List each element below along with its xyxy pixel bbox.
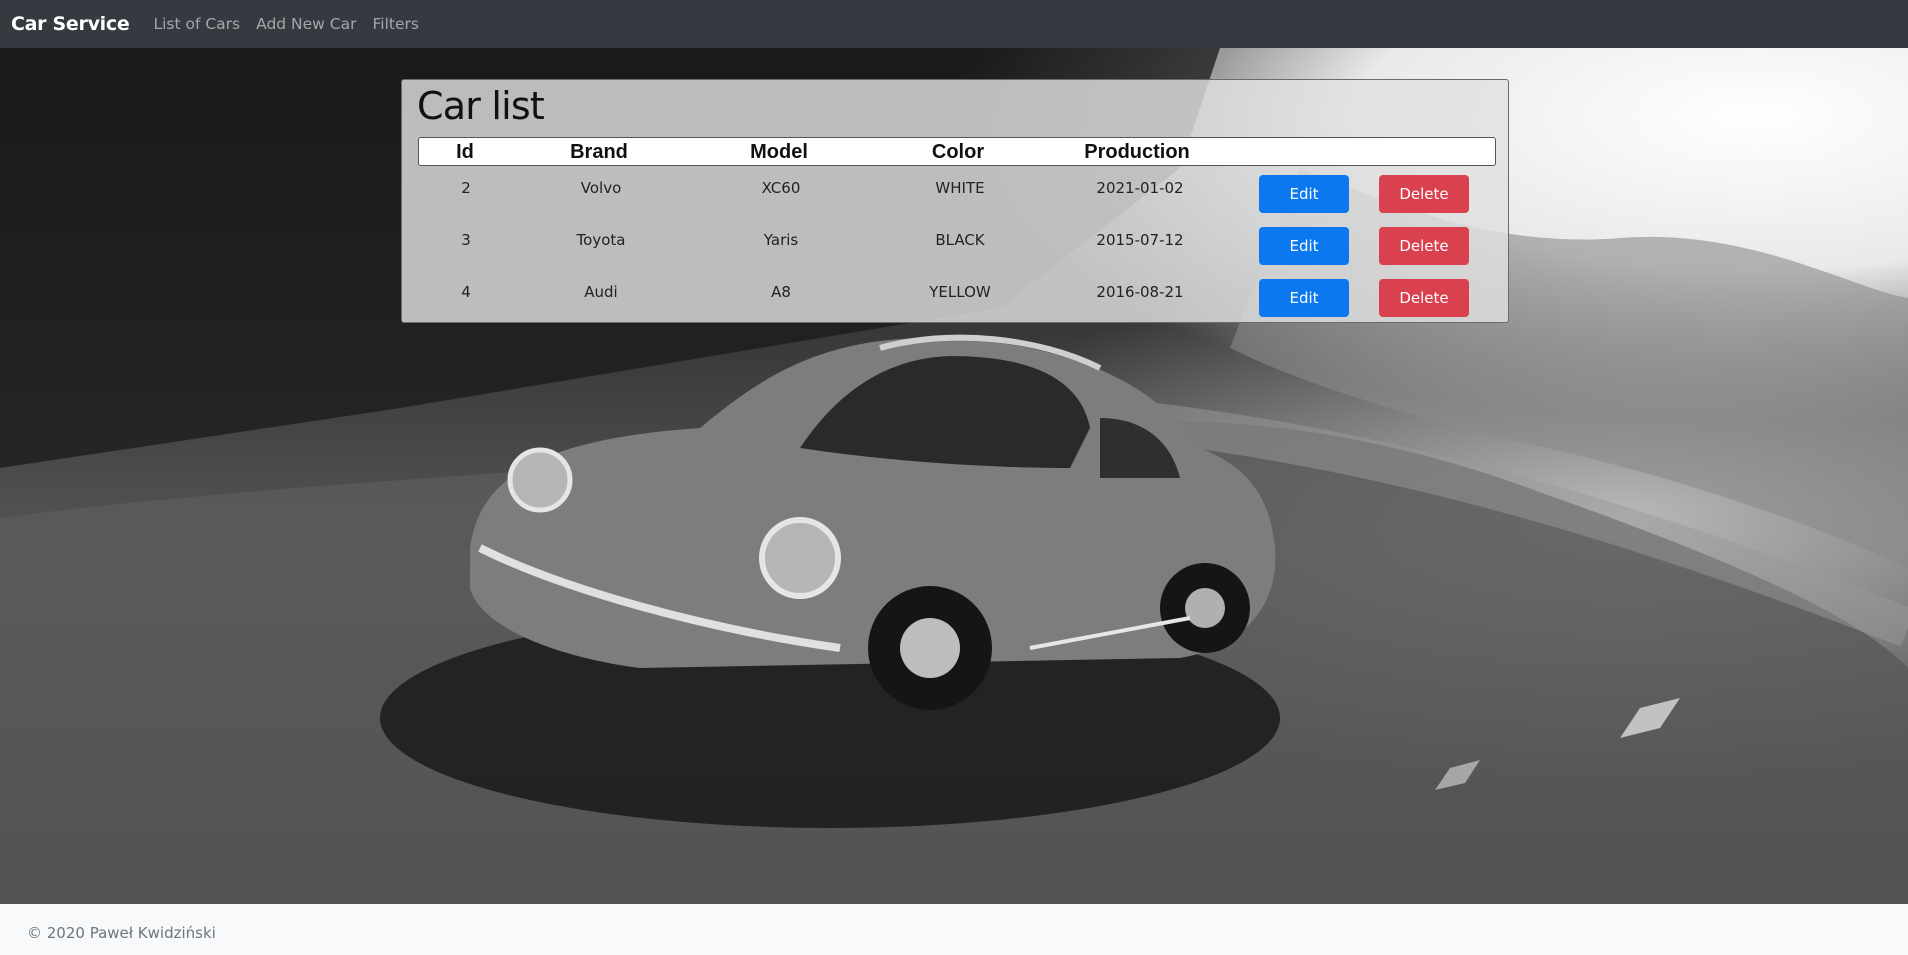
table-row: 4 Audi A8 YELLOW 2016-08-21 Edit Delete: [402, 274, 1510, 317]
cell-color: YELLOW: [929, 283, 991, 301]
nav-link-add-new-car[interactable]: Add New Car: [256, 15, 356, 33]
nav-link-list-of-cars[interactable]: List of Cars: [153, 15, 240, 33]
cell-model: A8: [771, 283, 791, 301]
column-header-id: Id: [456, 141, 474, 163]
table-row: 3 Toyota Yaris BLACK 2015-07-12 Edit Del…: [402, 222, 1510, 265]
page-title: Car list: [417, 84, 545, 128]
cell-production: 2015-07-12: [1096, 231, 1184, 249]
edit-button[interactable]: Edit: [1259, 227, 1349, 265]
cell-production: 2016-08-21: [1096, 283, 1184, 301]
column-header-model: Model: [750, 141, 808, 163]
car-list-card: Car list Id Brand Model Color Production…: [401, 79, 1509, 323]
delete-button[interactable]: Delete: [1379, 279, 1469, 317]
cell-brand: Toyota: [576, 231, 626, 249]
page: Car Service List of Cars Add New Car Fil…: [0, 0, 1908, 955]
edit-button[interactable]: Edit: [1259, 279, 1349, 317]
delete-button[interactable]: Delete: [1379, 175, 1469, 213]
navbar-brand[interactable]: Car Service: [11, 13, 130, 35]
table-header: Id Brand Model Color Production: [418, 137, 1496, 166]
cell-model: Yaris: [763, 231, 799, 249]
column-header-brand: Brand: [570, 141, 628, 163]
cell-brand: Volvo: [580, 179, 622, 197]
cell-id: 3: [461, 231, 471, 249]
cell-model: XC60: [761, 179, 801, 197]
column-header-production: Production: [1084, 141, 1190, 163]
nav-link-filters[interactable]: Filters: [372, 15, 418, 33]
cell-brand: Audi: [584, 283, 618, 301]
cell-color: WHITE: [935, 179, 985, 197]
edit-button[interactable]: Edit: [1259, 175, 1349, 213]
cell-production: 2021-01-02: [1096, 179, 1184, 197]
column-header-color: Color: [931, 141, 985, 163]
delete-button[interactable]: Delete: [1379, 227, 1469, 265]
footer: © 2020 Paweł Kwidziński: [0, 904, 1908, 955]
table-row: 2 Volvo XC60 WHITE 2021-01-02 Edit Delet…: [402, 170, 1510, 213]
cell-id: 2: [461, 179, 471, 197]
navbar: Car Service List of Cars Add New Car Fil…: [0, 0, 1908, 48]
cell-id: 4: [461, 283, 471, 301]
footer-copyright: © 2020 Paweł Kwidziński: [27, 924, 216, 942]
cell-color: BLACK: [935, 231, 985, 249]
